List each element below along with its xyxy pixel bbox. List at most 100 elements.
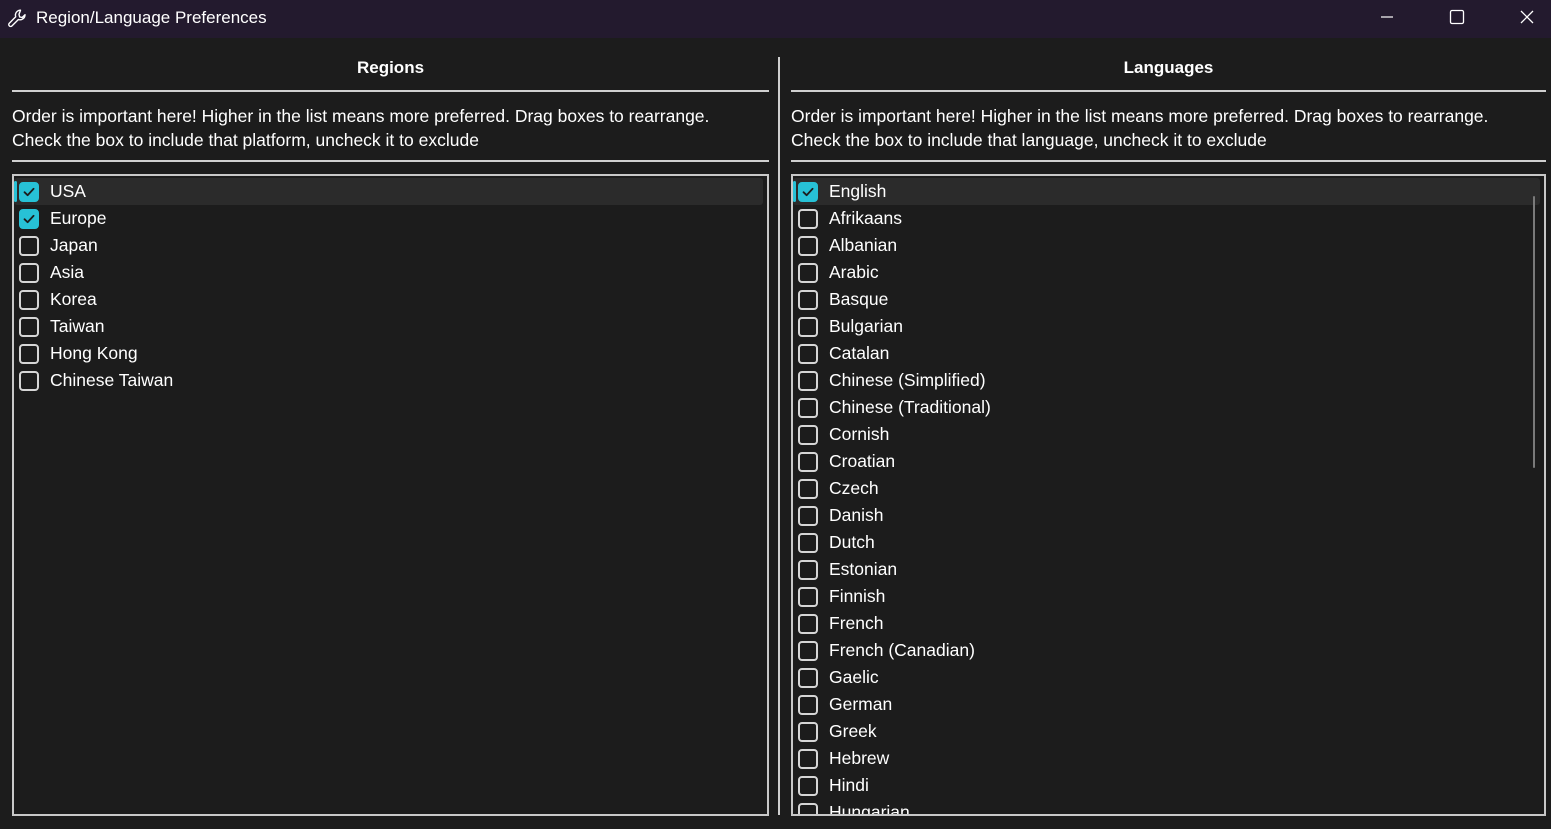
- list-item[interactable]: French: [793, 610, 1544, 637]
- checkbox[interactable]: [798, 586, 818, 607]
- list-item[interactable]: Asia: [14, 259, 767, 286]
- list-item[interactable]: Estonian: [793, 556, 1544, 583]
- checkbox[interactable]: [798, 478, 818, 499]
- list-item-label: Albanian: [829, 235, 898, 255]
- list-item-label: Chinese (Traditional): [829, 397, 991, 417]
- list-item-label: Europe: [50, 208, 107, 228]
- list-item[interactable]: Croatian: [793, 448, 1544, 475]
- languages-scrollbar[interactable]: [1533, 196, 1535, 468]
- regions-panel: Regions Order is important here! Higher …: [12, 38, 769, 829]
- checkbox[interactable]: [19, 316, 39, 337]
- list-item[interactable]: Hindi: [793, 772, 1544, 799]
- list-item-label: Catalan: [829, 343, 890, 363]
- languages-description-line-1: Order is important here! Higher in the l…: [791, 106, 1489, 126]
- list-item[interactable]: Europe: [14, 205, 767, 232]
- languages-list[interactable]: English Afrikaans Albanian Arabic Basque Bulg…: [791, 174, 1546, 816]
- list-item-label: Basque: [829, 289, 889, 309]
- checkbox[interactable]: [798, 640, 818, 661]
- list-item-label: German: [829, 694, 893, 714]
- list-item[interactable]: Greek: [793, 718, 1544, 745]
- checkbox[interactable]: [798, 343, 818, 364]
- list-item[interactable]: Hong Kong: [14, 340, 767, 367]
- checkbox[interactable]: [798, 532, 818, 553]
- checkbox[interactable]: [798, 424, 818, 445]
- list-item[interactable]: Chinese (Traditional): [793, 394, 1544, 421]
- checkmark-icon: [23, 187, 35, 196]
- checkbox[interactable]: [19, 370, 39, 391]
- list-item-label: Hindi: [829, 775, 869, 795]
- list-item-label: Afrikaans: [829, 208, 902, 228]
- regions-description-divider: [12, 160, 769, 162]
- regions-description: Order is important here! Higher in the l…: [12, 104, 769, 152]
- list-item[interactable]: Dutch: [793, 529, 1544, 556]
- checkbox[interactable]: [19, 343, 39, 364]
- list-item-label: English: [829, 181, 887, 201]
- checkbox[interactable]: [798, 748, 818, 769]
- checkbox[interactable]: [19, 235, 39, 256]
- list-item[interactable]: Japan: [14, 232, 767, 259]
- list-item[interactable]: Hebrew: [793, 745, 1544, 772]
- list-item[interactable]: Hungarian: [793, 799, 1544, 814]
- list-item-label: Croatian: [829, 451, 896, 471]
- list-item-label: Estonian: [829, 559, 898, 579]
- checkbox[interactable]: [19, 208, 39, 229]
- panel-divider: [778, 57, 780, 815]
- checkbox[interactable]: [798, 505, 818, 526]
- close-button[interactable]: [1494, 0, 1551, 38]
- checkbox[interactable]: [798, 694, 818, 715]
- list-item[interactable]: Gaelic: [793, 664, 1544, 691]
- checkbox[interactable]: [798, 802, 818, 814]
- checkbox[interactable]: [798, 613, 818, 634]
- checkbox[interactable]: [798, 451, 818, 472]
- languages-header: Languages: [1123, 58, 1214, 77]
- checkbox[interactable]: [798, 289, 818, 310]
- list-item[interactable]: Cornish: [793, 421, 1544, 448]
- checkbox[interactable]: [19, 181, 39, 202]
- list-item-label: Korea: [50, 289, 97, 309]
- checkbox[interactable]: [798, 397, 818, 418]
- list-item[interactable]: Arabic: [793, 259, 1544, 286]
- list-item[interactable]: Basque: [793, 286, 1544, 313]
- regions-list[interactable]: USA Europe Japan Asia Korea Taiwan Hong Kong Ch…: [12, 174, 769, 816]
- list-item[interactable]: Albanian: [793, 232, 1544, 259]
- list-item-label: Taiwan: [50, 316, 105, 336]
- regions-description-line-1: Order is important here! Higher in the l…: [12, 106, 710, 126]
- list-item[interactable]: Chinese Taiwan: [14, 367, 767, 394]
- checkbox[interactable]: [798, 667, 818, 688]
- checkbox[interactable]: [19, 262, 39, 283]
- checkbox[interactable]: [798, 775, 818, 796]
- list-item-label: Chinese Taiwan: [50, 370, 174, 390]
- list-item[interactable]: Danish: [793, 502, 1544, 529]
- list-item[interactable]: USA: [14, 178, 763, 205]
- list-item[interactable]: Korea: [14, 286, 767, 313]
- list-item[interactable]: Czech: [793, 475, 1544, 502]
- checkbox[interactable]: [798, 235, 818, 256]
- list-item[interactable]: Bulgarian: [793, 313, 1544, 340]
- list-item[interactable]: English: [793, 178, 1540, 205]
- checkbox[interactable]: [798, 208, 818, 229]
- minimize-button[interactable]: [1354, 0, 1420, 38]
- list-item[interactable]: Afrikaans: [793, 205, 1544, 232]
- languages-description-line-2: Check the box to include that language, …: [791, 130, 1267, 150]
- regions-header-divider: [12, 90, 769, 92]
- checkbox[interactable]: [798, 181, 818, 202]
- list-item[interactable]: Finnish: [793, 583, 1544, 610]
- checkbox[interactable]: [798, 262, 818, 283]
- list-item-label: Asia: [50, 262, 85, 282]
- checkbox[interactable]: [798, 559, 818, 580]
- checkbox[interactable]: [19, 289, 39, 310]
- title-bar[interactable]: Region/Language Preferences: [0, 0, 1551, 38]
- checkbox[interactable]: [798, 721, 818, 742]
- checkbox[interactable]: [798, 316, 818, 337]
- list-item[interactable]: French (Canadian): [793, 637, 1544, 664]
- maximize-button[interactable]: [1424, 0, 1490, 38]
- regions-description-line-2: Check the box to include that platform, …: [12, 130, 479, 150]
- list-item[interactable]: Catalan: [793, 340, 1544, 367]
- list-item[interactable]: Taiwan: [14, 313, 767, 340]
- list-item[interactable]: German: [793, 691, 1544, 718]
- window-title: Region/Language Preferences: [36, 8, 267, 27]
- checkbox[interactable]: [798, 370, 818, 391]
- list-item[interactable]: Chinese (Simplified): [793, 367, 1544, 394]
- list-item-label: Bulgarian: [829, 316, 903, 336]
- list-item-label: Dutch: [829, 532, 875, 552]
